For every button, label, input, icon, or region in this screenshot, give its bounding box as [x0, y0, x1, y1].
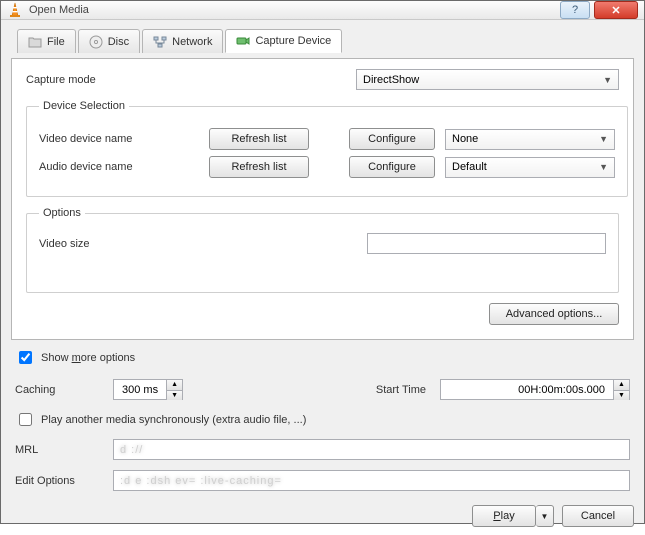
capture-icon	[236, 34, 250, 48]
close-button[interactable]: ✕	[594, 1, 638, 19]
dialog-footer: Play ▼ Cancel	[1, 497, 644, 535]
play-sync-label: Play another media synchronously (extra …	[41, 414, 306, 426]
window-title: Open Media	[29, 4, 560, 16]
folder-icon	[28, 35, 42, 49]
spin-up-button[interactable]: ▲	[614, 380, 629, 390]
titlebar: Open Media ? ✕	[1, 1, 644, 20]
audio-device-row: Audio device name Refresh list Configure…	[39, 156, 615, 178]
tab-capture-label: Capture Device	[255, 35, 331, 47]
start-time-label: Start Time	[376, 384, 426, 396]
start-time-spinner[interactable]: 00H:00m:00s.000 ▲ ▼	[440, 379, 630, 400]
caching-spinner[interactable]: 300 ms ▲ ▼	[113, 379, 183, 400]
tab-file[interactable]: File	[17, 29, 76, 53]
audio-device-value: Default	[452, 161, 487, 173]
edit-options-input[interactable]: :d e :dsh ev= :live-caching=	[113, 470, 630, 491]
options-legend: Options	[39, 207, 85, 219]
video-size-row: Video size	[39, 233, 606, 254]
capture-mode-value: DirectShow	[363, 74, 419, 86]
dialog-body: File Disc Network Capture Device Capture…	[1, 20, 644, 497]
spinner-buttons: ▲ ▼	[166, 380, 182, 400]
play-sync-checkbox[interactable]: Play another media synchronously (extra …	[15, 410, 630, 429]
video-device-label: Video device name	[39, 133, 209, 145]
tab-bar: File Disc Network Capture Device	[17, 29, 634, 53]
vlc-cone-icon	[7, 2, 23, 18]
capture-mode-label: Capture mode	[26, 74, 346, 86]
window-buttons: ? ✕	[560, 1, 638, 19]
tab-file-label: File	[47, 36, 65, 48]
device-selection-legend: Device Selection	[39, 100, 129, 112]
video-size-input[interactable]	[367, 233, 606, 254]
edit-options-label: Edit Options	[15, 475, 99, 487]
tab-network-label: Network	[172, 36, 212, 48]
help-button[interactable]: ?	[560, 1, 590, 19]
spin-down-button[interactable]: ▼	[167, 390, 182, 400]
start-time-value: 00H:00m:00s.000	[441, 384, 613, 396]
caching-value: 300 ms	[114, 384, 166, 396]
chevron-down-icon: ▼	[599, 134, 608, 144]
video-device-value: None	[452, 133, 478, 145]
tab-capture-device[interactable]: Capture Device	[225, 29, 342, 53]
video-device-row: Video device name Refresh list Configure…	[39, 128, 615, 150]
chevron-down-icon: ▼	[603, 75, 612, 85]
edit-options-row: Edit Options :d e :dsh ev= :live-caching…	[15, 470, 630, 491]
video-configure-button[interactable]: Configure	[349, 128, 435, 150]
mrl-label: MRL	[15, 444, 99, 456]
audio-refresh-button[interactable]: Refresh list	[209, 156, 309, 178]
chevron-down-icon: ▼	[599, 162, 608, 172]
play-label: lay	[501, 510, 515, 522]
show-more-checkbox-input[interactable]	[19, 351, 32, 364]
mrl-row: MRL d ://	[15, 439, 630, 460]
advanced-options-button[interactable]: Advanced options...	[489, 303, 619, 325]
audio-configure-button[interactable]: Configure	[349, 156, 435, 178]
tab-disc-label: Disc	[108, 36, 129, 48]
show-more-row: Show more options	[11, 346, 634, 369]
play-sync-checkbox-input[interactable]	[19, 413, 32, 426]
open-media-dialog: Open Media ? ✕ File Disc Network Capture…	[0, 0, 645, 524]
chevron-down-icon: ▼	[541, 512, 549, 521]
spin-down-button[interactable]: ▼	[614, 390, 629, 400]
audio-device-label: Audio device name	[39, 161, 209, 173]
tab-disc[interactable]: Disc	[78, 29, 140, 53]
capture-panel: Capture mode DirectShow ▼ Device Selecti…	[11, 58, 634, 340]
spin-up-button[interactable]: ▲	[167, 380, 182, 390]
mrl-value: d ://	[120, 444, 143, 456]
caching-row: Caching 300 ms ▲ ▼ Start Time 00H:00m:00…	[15, 379, 630, 400]
audio-device-select[interactable]: Default ▼	[445, 157, 615, 178]
capture-mode-select[interactable]: DirectShow ▼	[356, 69, 619, 90]
disc-icon	[89, 35, 103, 49]
capture-mode-row: Capture mode DirectShow ▼	[26, 69, 619, 90]
mrl-input[interactable]: d ://	[113, 439, 630, 460]
video-size-label: Video size	[39, 238, 355, 250]
edit-options-value: :d e :dsh ev= :live-caching=	[120, 475, 282, 487]
tab-network[interactable]: Network	[142, 29, 223, 53]
video-device-select[interactable]: None ▼	[445, 129, 615, 150]
options-group: Options Video size	[26, 207, 619, 293]
device-selection-group: Device Selection Video device name Refre…	[26, 100, 628, 197]
advanced-row: Advanced options...	[26, 303, 619, 325]
network-icon	[153, 35, 167, 49]
video-refresh-button[interactable]: Refresh list	[209, 128, 309, 150]
more-options-panel: Caching 300 ms ▲ ▼ Start Time 00H:00m:00…	[11, 375, 634, 491]
show-more-checkbox[interactable]: Show more options	[15, 348, 630, 367]
show-more-label: Show more options	[41, 352, 135, 364]
caching-label: Caching	[15, 384, 99, 396]
spinner-buttons: ▲ ▼	[613, 380, 629, 400]
